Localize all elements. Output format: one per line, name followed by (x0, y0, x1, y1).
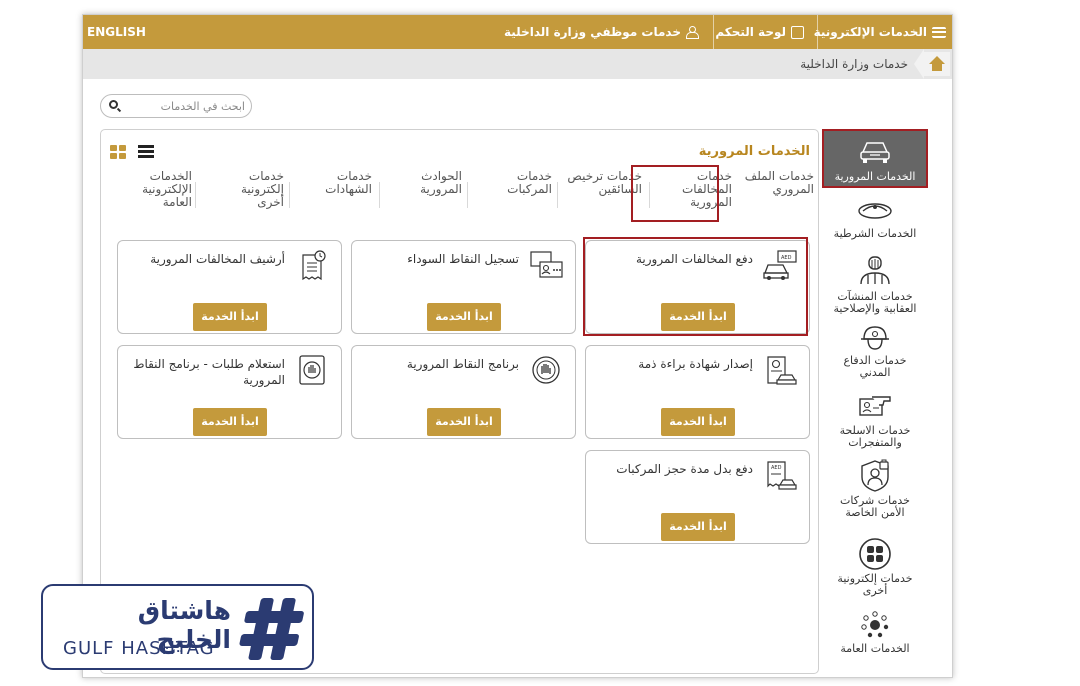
start-service-button[interactable]: ابدأ الخدمة (661, 408, 735, 436)
sidebar-item-label: خدمات شركات الأمن الخاصة (840, 494, 910, 519)
id-cards-icon (530, 251, 563, 278)
other-services-icon (859, 538, 891, 570)
tab-certificates[interactable]: خدمات الشهادات (316, 170, 372, 218)
sidebar-item-private-security[interactable]: خدمات شركات الأمن الخاصة (822, 459, 928, 529)
svg-text:AED: AED (771, 465, 782, 471)
sidebar-item-label: الخدمات المرورية (834, 170, 916, 183)
sidebar-item-traffic-services[interactable]: الخدمات المرورية (822, 129, 928, 188)
dashboard-link[interactable]: لوحة التحكم (715, 15, 804, 49)
dashboard-label: لوحة التحكم (715, 25, 786, 39)
sidebar-item-correctional-services[interactable]: خدمات المنشآت العقابية والإصلاحية (822, 253, 928, 317)
card-title: برنامج النقاط المرورية (406, 357, 519, 371)
clearance-certificate-icon (767, 356, 797, 385)
hand-points-icon (532, 356, 560, 384)
hashtag-logo-icon (239, 598, 304, 660)
sidebar-item-label: خدمات المنشآت العقابية والإصلاحية (833, 290, 917, 315)
card-title: دفع بدل مدة حجز المركبات (616, 462, 753, 476)
tab-traffic-accidents[interactable]: الحوادث المرورية (402, 170, 462, 218)
search-input[interactable] (127, 98, 245, 114)
service-card-fines-archive[interactable]: أرشيف المخالفات المرورية ابدأ الخدمة (117, 240, 342, 334)
sidebar-item-label: الخدمات العامة (840, 642, 910, 655)
app-window: الخدمات الإلكترونية لوحة التحكم خدمات مو… (82, 14, 953, 678)
sidebar: الخدمات المرورية الخدمات الشرطية خدمات ا… (822, 129, 928, 661)
firefighter-icon (861, 326, 889, 350)
list-view-icon[interactable] (138, 145, 154, 159)
sidebar-item-other-eservices[interactable]: خدمات إلكترونية أخرى (822, 537, 928, 601)
breadcrumb-arrow-icon (914, 49, 924, 79)
tab-driver-licensing[interactable]: خدمات ترخيص السائقين (558, 170, 642, 218)
sidebar-item-label: الخدمات الشرطية (833, 227, 917, 240)
archive-receipt-icon (302, 250, 326, 281)
card-title: إصدار شهادة براءة ذمة (638, 357, 753, 371)
start-service-button[interactable]: ابدأ الخدمة (193, 303, 267, 331)
sidebar-item-civil-defense[interactable]: خدمات الدفاع المدني (822, 325, 928, 385)
eservices-menu[interactable]: الخدمات الإلكترونية (814, 15, 946, 49)
tab-divider (195, 182, 196, 208)
grid-view-icon[interactable] (110, 145, 126, 159)
service-card-impound-fee[interactable]: دفع بدل مدة حجز المركبات AED ابدأ الخدمة (585, 450, 810, 544)
top-navigation-bar: الخدمات الإلكترونية لوحة التحكم خدمات مو… (83, 15, 952, 49)
start-service-button[interactable]: ابدأ الخدمة (427, 303, 501, 331)
inquiry-points-icon (299, 355, 325, 385)
watermark-english: GULF HASHTAG (63, 638, 215, 659)
tab-vehicles[interactable]: خدمات المركبات (490, 170, 552, 218)
sidebar-item-general-services[interactable]: الخدمات العامة (822, 609, 928, 661)
employee-icon (686, 25, 699, 39)
police-cap-icon (858, 203, 892, 219)
car-icon (860, 142, 890, 163)
search-icon[interactable] (109, 100, 118, 109)
service-card-points-inquiry[interactable]: استعلام طلبات - برنامج النقاط المرورية ا… (117, 345, 342, 439)
sidebar-item-police-services[interactable]: الخدمات الشرطية (822, 195, 928, 249)
start-service-button[interactable]: ابدأ الخدمة (661, 513, 735, 541)
hamburger-menu-icon (932, 26, 946, 38)
card-title: تسجيل النقاط السوداء (407, 252, 519, 266)
sidebar-item-weapons-explosives[interactable]: خدمات الاسلحة والمتفجرات (822, 391, 928, 451)
card-title: استعلام طلبات - برنامج النقاط المرورية (133, 357, 285, 387)
tab-general-eservices[interactable]: الخدمات الإلكترونية العامة (120, 170, 192, 218)
tab-highlight-box (631, 165, 719, 222)
sidebar-item-label: خدمات الاسلحة والمتفجرات (839, 424, 911, 449)
tab-other-eservices[interactable]: خدمات إلكترونية أخرى (228, 170, 284, 218)
general-services-icon (861, 611, 889, 638)
sidebar-item-label: خدمات الدفاع المدني (843, 354, 907, 379)
tab-divider (379, 182, 380, 208)
tab-divider (557, 182, 558, 208)
search-box (100, 94, 252, 118)
service-card-clearance[interactable]: إصدار شهادة براءة ذمة ابدأ الخدمة (585, 345, 810, 439)
sidebar-item-label: خدمات إلكترونية أخرى (837, 572, 913, 597)
weapons-license-icon (859, 396, 891, 416)
eservices-label: الخدمات الإلكترونية (813, 25, 927, 39)
employee-services-label: خدمات موظفي وزارة الداخلية (504, 25, 681, 39)
impound-fee-icon: AED (767, 461, 797, 490)
card-highlight-box (583, 237, 808, 336)
home-icon[interactable] (924, 52, 950, 76)
topbar-divider (817, 15, 818, 49)
service-card-points-program[interactable]: برنامج النقاط المرورية ابدأ الخدمة (351, 345, 576, 439)
breadcrumb: خدمات وزارة الداخلية (83, 49, 952, 79)
start-service-button[interactable]: ابدأ الخدمة (193, 408, 267, 436)
security-guard-icon (861, 459, 889, 492)
start-service-button[interactable]: ابدأ الخدمة (427, 408, 501, 436)
tab-divider (289, 182, 290, 208)
tab-traffic-file[interactable]: خدمات الملف المروري (744, 170, 814, 218)
service-card-black-points[interactable]: تسجيل النقاط السوداء ابدأ الخدمة (351, 240, 576, 334)
section-title: الخدمات المرورية (698, 144, 810, 159)
tab-divider (467, 182, 468, 208)
prison-icon (860, 256, 890, 285)
dashboard-icon (791, 25, 804, 39)
breadcrumb-current[interactable]: خدمات وزارة الداخلية (800, 49, 908, 79)
language-switch[interactable]: ENGLISH (87, 15, 146, 49)
employee-services-link[interactable]: خدمات موظفي وزارة الداخلية (504, 15, 699, 49)
topbar-divider (713, 15, 714, 49)
card-title: أرشيف المخالفات المرورية (150, 252, 285, 266)
gulf-hashtag-watermark: هاشتاق الخليج GULF HASHTAG (41, 584, 314, 670)
